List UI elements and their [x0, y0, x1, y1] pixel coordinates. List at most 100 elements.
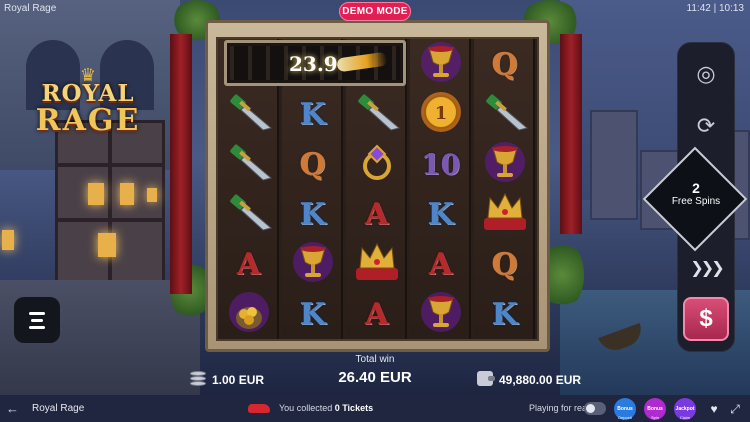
menu-line [31, 318, 43, 322]
heart-icon[interactable]: ♥ [706, 401, 722, 417]
symbol-q: Q [491, 46, 518, 82]
turbo-icon[interactable]: ❯❯❯ [684, 254, 728, 284]
promo-badge[interactable]: Jackpot Claim [674, 398, 696, 420]
symbol-10: 10 [421, 147, 460, 181]
symbol-k: K [299, 296, 326, 332]
reel-symbol [218, 139, 279, 189]
clock: 11:42 | 10:13 [686, 3, 744, 14]
promo-sub: Claim [679, 415, 691, 420]
promo-label: Bonus [617, 406, 633, 412]
gold-bag-icon [227, 290, 271, 339]
autoplay-icon[interactable]: ⟳ [686, 106, 726, 146]
reel-symbol: A [410, 239, 471, 289]
menu-line [29, 311, 45, 315]
lantern [147, 188, 157, 202]
free-spins-label: Free Spins [671, 196, 721, 207]
reel-symbol: K [282, 189, 343, 239]
menu-button[interactable] [14, 297, 60, 343]
reel-symbol [346, 239, 407, 289]
symbol-q: Q [491, 246, 518, 282]
reel-symbol: K [410, 189, 471, 239]
gold-coin-icon: 1 [419, 90, 463, 139]
race-car-icon [248, 404, 270, 413]
goblet-icon [483, 140, 527, 189]
coins-settings-icon[interactable]: ◎ [686, 54, 726, 94]
reel-symbol [474, 89, 535, 139]
game-logo: ♛ ROYAL RAGE [18, 66, 158, 140]
free-spins-count: 2 [692, 180, 700, 196]
menu-line [29, 325, 45, 329]
play-for-real-toggle[interactable] [584, 402, 606, 415]
promo-sub: Spin [650, 415, 659, 420]
symbol-q: Q [299, 146, 326, 182]
total-win-label: Total win [355, 354, 395, 365]
dagger-icon [353, 92, 401, 137]
promo-badge[interactable]: Bonus Spin [644, 398, 666, 420]
bet-value[interactable]: 1.00 EUR [212, 373, 264, 387]
dagger-icon [225, 92, 273, 137]
tickets-text: You collected 0 Tickets [279, 403, 374, 413]
promo-label: Jackpot [675, 406, 695, 412]
reel-symbol: A [218, 239, 279, 289]
reel-symbol [218, 89, 279, 139]
reel-symbol [474, 139, 535, 189]
reel-symbol: K [282, 289, 343, 339]
reel-symbol [410, 39, 471, 89]
promo-badge[interactable]: Bonus Deposit [614, 398, 636, 420]
right-curtain [560, 34, 582, 234]
free-spins-counter: 2 Free Spins [658, 180, 734, 208]
lit-window [120, 183, 134, 205]
reel-symbol [346, 89, 407, 139]
bottom-game-title: Royal Rage [32, 403, 85, 414]
symbol-k: K [299, 96, 326, 132]
play-for-real-label: Playing for real [529, 403, 590, 413]
fullscreen-icon[interactable]: ⤢ [727, 401, 743, 417]
left-curtain [170, 34, 192, 294]
symbol-k: K [491, 296, 518, 332]
lit-window [98, 233, 116, 257]
symbol-a: A [236, 246, 261, 282]
dagger-icon [481, 92, 529, 137]
svg-text:1: 1 [434, 103, 447, 124]
lit-window [88, 183, 104, 205]
symbol-k: K [427, 196, 454, 232]
multiplier-value: 23.9 [289, 52, 338, 76]
crown-icon [480, 190, 530, 239]
right-building [590, 110, 638, 220]
wallet-icon [477, 371, 495, 386]
reel-symbol: Q [474, 239, 535, 289]
reel-symbol: A [346, 289, 407, 339]
reel-symbol: A [346, 189, 407, 239]
total-win-value: 26.40 EUR [338, 369, 412, 386]
logo-line-rage: RAGE [35, 103, 141, 138]
symbol-a: A [364, 296, 389, 332]
demo-mode-badge: DEMO MODE [339, 2, 411, 21]
bet-coins-icon [190, 371, 206, 387]
reel-symbol: Q [474, 39, 535, 89]
reel-symbol [474, 189, 535, 239]
reel-symbol: Q [282, 139, 343, 189]
goblet-icon [419, 40, 463, 89]
reel-symbol [346, 139, 407, 189]
promo-label: Bonus [647, 406, 663, 412]
reel-symbol [218, 189, 279, 239]
game-title-label: Royal Rage [4, 3, 57, 14]
dagger-icon [225, 142, 273, 187]
reel-symbol: K [474, 289, 535, 339]
reel-symbol: 1 [410, 89, 471, 139]
multiplier-box: 23.9 [224, 40, 406, 86]
dagger-icon [225, 192, 273, 237]
balance-value: 49,880.00 EUR [499, 373, 582, 387]
reel-symbol: K [282, 89, 343, 139]
promo-sub: Deposit [618, 415, 632, 420]
reel-symbol [282, 239, 343, 289]
goblet-icon [291, 240, 335, 289]
crown-icon [352, 240, 402, 289]
spin-button[interactable]: $ [683, 297, 729, 341]
back-arrow-icon[interactable]: ← [6, 402, 22, 416]
reel-symbol [218, 289, 279, 339]
lit-window [2, 230, 14, 250]
goblet-icon [419, 290, 463, 339]
reel-symbol [410, 289, 471, 339]
timber-house [55, 120, 165, 290]
